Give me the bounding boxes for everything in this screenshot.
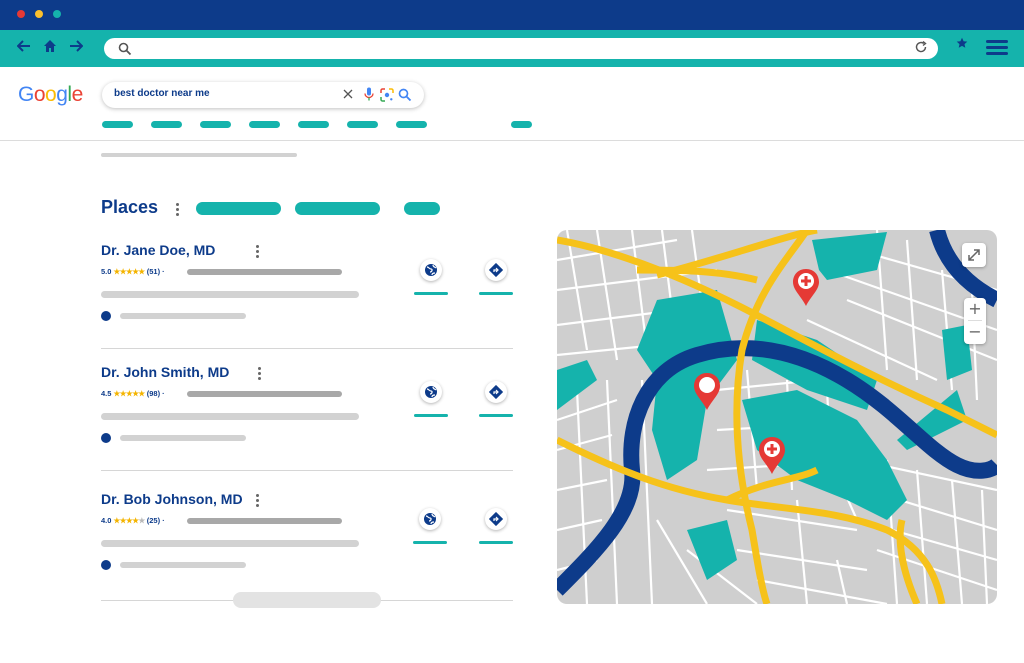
google-logo[interactable]: Google <box>18 83 83 107</box>
place-rating: 4.5 ★★★★★ (98) · <box>101 389 165 398</box>
rating-value: 4.5 <box>101 389 112 398</box>
places-filter-1[interactable] <box>196 202 281 215</box>
rating-value: 4.0 <box>101 516 112 525</box>
reload-icon[interactable] <box>914 40 928 58</box>
search-tab-2[interactable] <box>151 121 182 128</box>
search-submit-icon[interactable] <box>398 87 412 106</box>
directions-button[interactable] <box>479 259 513 299</box>
website-button[interactable] <box>414 259 448 299</box>
home-icon[interactable] <box>40 38 60 58</box>
search-tab-6[interactable] <box>347 121 378 128</box>
search-tab-tools[interactable] <box>511 121 532 128</box>
zoom-in-button[interactable]: + <box>964 298 986 320</box>
globe-icon <box>425 386 437 398</box>
zoom-out-button[interactable]: − <box>964 321 986 343</box>
star-rating-icon: ★★★★★ <box>113 389 146 398</box>
star-rating-icon: ★★★★★ <box>113 516 146 525</box>
place-rating: 4.0 ★★★★★ (25) · <box>101 516 165 525</box>
directions-button[interactable] <box>479 508 513 548</box>
address-placeholder <box>101 413 359 420</box>
globe-icon <box>424 513 436 525</box>
hours-placeholder <box>120 313 246 319</box>
status-dot <box>101 433 111 443</box>
search-icon <box>118 41 132 60</box>
address-placeholder <box>101 291 359 298</box>
website-button[interactable] <box>414 381 448 421</box>
result-divider <box>101 470 513 471</box>
address-placeholder <box>101 540 359 547</box>
map-canvas <box>557 230 997 604</box>
review-count: (25) <box>146 516 161 525</box>
places-filter-2[interactable] <box>295 202 380 215</box>
clear-icon[interactable] <box>343 86 353 102</box>
place-result[interactable]: Dr. Jane Doe, MD 5.0 ★★★★★ (51) · <box>101 242 513 362</box>
search-box[interactable]: best doctor near me <box>102 82 424 108</box>
expand-map-icon[interactable] <box>962 243 986 267</box>
microphone-icon[interactable] <box>364 87 374 106</box>
review-count: (98) <box>146 389 161 398</box>
search-tab-all[interactable] <box>102 121 133 128</box>
place-more-options-icon[interactable] <box>256 494 260 509</box>
address-bar[interactable] <box>104 38 938 59</box>
place-more-options-icon[interactable] <box>256 245 260 260</box>
status-dot <box>101 560 111 570</box>
hours-placeholder <box>120 435 246 441</box>
star-rating-icon: ★★★★★ <box>113 267 146 276</box>
search-tab-3[interactable] <box>200 121 231 128</box>
place-name[interactable]: Dr. Bob Johnson, MD <box>101 491 243 507</box>
status-dot <box>101 311 111 321</box>
place-rating: 5.0 ★★★★★ (51) · <box>101 267 165 276</box>
directions-button[interactable] <box>479 381 513 421</box>
search-tab-7[interactable] <box>396 121 427 128</box>
places-title: Places <box>101 197 159 217</box>
header-divider <box>0 140 1024 141</box>
google-lens-icon[interactable] <box>380 87 394 106</box>
more-places-button[interactable] <box>233 592 381 608</box>
places-filter-3[interactable] <box>404 202 440 215</box>
directions-icon <box>489 385 503 399</box>
zoom-controls: + − <box>964 298 986 344</box>
search-query[interactable]: best doctor near me <box>114 88 210 99</box>
category-placeholder <box>187 518 342 524</box>
place-name[interactable]: Dr. John Smith, MD <box>101 364 229 380</box>
forward-arrow-icon[interactable] <box>66 38 86 58</box>
category-placeholder <box>187 269 342 275</box>
globe-icon <box>425 264 437 276</box>
result-divider <box>101 348 513 349</box>
directions-icon <box>489 512 503 526</box>
hamburger-menu-icon[interactable] <box>986 40 1008 56</box>
map[interactable] <box>557 230 997 604</box>
rating-value: 5.0 <box>101 267 112 276</box>
minimize-window-button[interactable] <box>35 10 43 18</box>
browser-toolbar <box>0 30 1024 67</box>
review-count: (51) <box>146 267 161 276</box>
result-stats-placeholder <box>101 153 297 157</box>
category-placeholder <box>187 391 342 397</box>
close-window-button[interactable] <box>17 10 25 18</box>
place-name[interactable]: Dr. Jane Doe, MD <box>101 242 215 258</box>
search-tab-4[interactable] <box>249 121 280 128</box>
hours-placeholder <box>120 562 246 568</box>
place-result[interactable]: Dr. John Smith, MD 4.5 ★★★★★ (98) · <box>101 364 513 484</box>
bookmark-star-icon[interactable] <box>956 37 968 53</box>
place-more-options-icon[interactable] <box>258 367 262 382</box>
maximize-window-button[interactable] <box>53 10 61 18</box>
places-more-options-icon[interactable] <box>176 203 180 218</box>
browser-titlebar <box>0 0 1024 30</box>
directions-icon <box>489 263 503 277</box>
search-tab-5[interactable] <box>298 121 329 128</box>
back-arrow-icon[interactable] <box>14 38 34 58</box>
website-button[interactable] <box>413 508 447 548</box>
